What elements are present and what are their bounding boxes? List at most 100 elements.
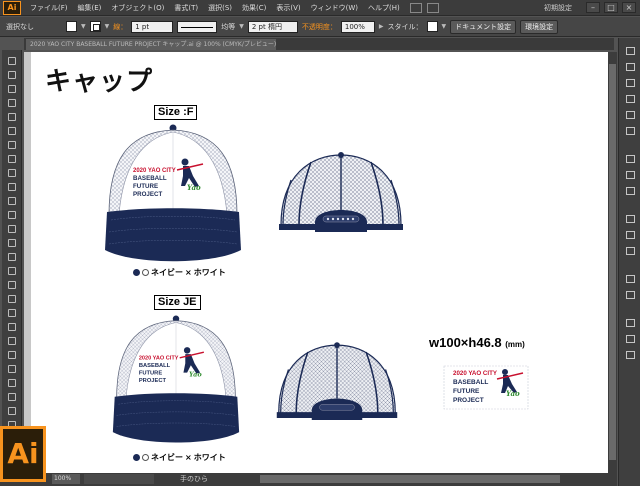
chevron-down-icon[interactable]: ▶: [379, 23, 384, 30]
artboards-panel-icon[interactable]: [624, 290, 636, 300]
logo-text-line3: FUTURE: [133, 183, 158, 190]
transparency-panel-icon[interactable]: [624, 186, 636, 196]
paragraph-panel-icon[interactable]: [624, 246, 636, 256]
type-tool-icon[interactable]: [6, 112, 18, 122]
shape-builder-tool-icon[interactable]: [6, 266, 18, 276]
pencil-tool-icon[interactable]: [6, 168, 18, 178]
color-white-label: ホワイト: [193, 453, 226, 462]
app-logo: Ai: [3, 0, 21, 15]
close-icon[interactable]: ×: [622, 2, 636, 13]
chevron-down-icon[interactable]: ▼: [81, 23, 86, 30]
vertical-scroll-thumb[interactable]: [609, 64, 616, 460]
graph-tool-icon[interactable]: [6, 364, 18, 374]
menu-view[interactable]: 表示(V): [271, 3, 305, 13]
toolbox: [2, 50, 22, 470]
vertical-scrollbar[interactable]: [608, 52, 617, 473]
mesh-tool-icon[interactable]: [6, 294, 18, 304]
symbols-panel-icon[interactable]: [624, 110, 636, 120]
zoom-field[interactable]: 100%: [52, 474, 80, 484]
align-panel-icon[interactable]: [624, 318, 636, 328]
appearance-panel-icon[interactable]: [624, 214, 636, 224]
color-option-size-je: ネイビー × ホワイト: [133, 452, 226, 463]
maximize-icon[interactable]: □: [604, 2, 618, 13]
logo-script-text: Yao: [187, 183, 201, 192]
rotate-tool-icon[interactable]: [6, 210, 18, 220]
gradient-panel-icon[interactable]: [624, 170, 636, 180]
swatches-panel-icon[interactable]: [624, 78, 636, 88]
pathfinder-panel-icon[interactable]: [624, 334, 636, 344]
perspective-grid-tool-icon[interactable]: [6, 280, 18, 290]
menu-file[interactable]: ファイル(F): [25, 3, 73, 13]
navy-color-dot: [133, 454, 140, 461]
pen-tool-icon[interactable]: [6, 98, 18, 108]
gradient-tool-icon[interactable]: [6, 308, 18, 318]
status-bar: 100% 手のひら: [0, 473, 617, 486]
menu-select[interactable]: 選択(S): [203, 3, 237, 13]
width-tool-icon[interactable]: [6, 238, 18, 248]
workspace-switcher[interactable]: 初期設定: [544, 3, 572, 13]
document-settings-button[interactable]: ドキュメント設定: [450, 19, 517, 34]
document-tab[interactable]: 2020 YAO CITY BASEBALL FUTURE PROJECT キャ…: [26, 39, 276, 50]
logo-text-line4: PROJECT: [453, 397, 484, 404]
style-label: スタイル：: [387, 22, 423, 31]
artboard-tool-icon[interactable]: [6, 378, 18, 388]
menu-effect[interactable]: 効果(C): [237, 3, 271, 13]
chevron-down-icon[interactable]: ▼: [239, 23, 244, 30]
artboard-navigation[interactable]: [84, 474, 154, 484]
white-color-dot: [142, 269, 149, 276]
menu-object[interactable]: オブジェクト(O): [106, 3, 169, 13]
slice-tool-icon[interactable]: [6, 392, 18, 402]
blend-tool-icon[interactable]: [6, 336, 18, 346]
direct-selection-tool-icon[interactable]: [6, 70, 18, 80]
scale-tool-icon[interactable]: [6, 224, 18, 234]
bridge-icon[interactable]: [409, 2, 422, 13]
menu-type[interactable]: 書式(T): [169, 3, 203, 13]
menu-bar: Ai ファイル(F) 編集(E) オブジェクト(O) 書式(T) 選択(S) 効…: [0, 0, 640, 16]
rectangle-tool-icon[interactable]: [6, 140, 18, 150]
paintbrush-tool-icon[interactable]: [6, 154, 18, 164]
chevron-down-icon[interactable]: ▼: [105, 23, 110, 30]
stroke-profile-label[interactable]: 均等: [221, 22, 235, 32]
fill-swatch[interactable]: [66, 21, 77, 32]
symbol-sprayer-tool-icon[interactable]: [6, 350, 18, 360]
layers-panel-icon[interactable]: [624, 274, 636, 284]
size-label-je: Size JE: [154, 295, 201, 310]
stroke-panel-icon[interactable]: [624, 154, 636, 164]
graphic-styles-panel-icon[interactable]: [624, 126, 636, 136]
line-tool-icon[interactable]: [6, 126, 18, 136]
canvas[interactable]: キャップ Size :F 2020 YAO CITY BASEBALL FUTU…: [24, 52, 608, 473]
menu-window[interactable]: ウィンドウ(W): [306, 3, 363, 13]
opacity-label[interactable]: 不透明度：: [302, 22, 337, 32]
page-title: キャップ: [45, 67, 154, 97]
transform-panel-icon[interactable]: [624, 350, 636, 360]
stroke-profile-preview[interactable]: [177, 20, 218, 33]
menu-edit[interactable]: 編集(E): [73, 3, 107, 13]
free-transform-tool-icon[interactable]: [6, 252, 18, 262]
character-panel-icon[interactable]: [624, 230, 636, 240]
arrange-documents-icon[interactable]: [426, 2, 439, 13]
brush-field[interactable]: 2 pt 楕円: [247, 20, 298, 33]
status-tool-label[interactable]: 手のひら: [180, 474, 208, 484]
artboard[interactable]: キャップ Size :F 2020 YAO CITY BASEBALL FUTU…: [31, 52, 608, 473]
eraser-tool-icon[interactable]: [6, 196, 18, 206]
stroke-label[interactable]: 線：: [113, 22, 127, 32]
minimize-icon[interactable]: –: [586, 2, 600, 13]
panel-dock: [618, 38, 640, 486]
menu-help[interactable]: ヘルプ(H): [363, 3, 405, 13]
color-guide-panel-icon[interactable]: [624, 62, 636, 72]
stroke-swatch[interactable]: [89, 21, 101, 32]
preferences-button[interactable]: 環境設定: [520, 19, 559, 34]
style-swatch[interactable]: [426, 21, 438, 32]
stroke-weight-field[interactable]: 1 pt: [131, 20, 174, 33]
brushes-panel-icon[interactable]: [624, 94, 636, 104]
horizontal-scroll-thumb[interactable]: [260, 475, 560, 483]
hand-tool-icon[interactable]: [6, 406, 18, 416]
blob-brush-tool-icon[interactable]: [6, 182, 18, 192]
dimensions-unit: (mm): [505, 340, 525, 349]
eyedropper-tool-icon[interactable]: [6, 322, 18, 332]
color-panel-icon[interactable]: [624, 46, 636, 56]
selection-tool-icon[interactable]: [6, 56, 18, 66]
opacity-field[interactable]: 100%: [340, 20, 375, 33]
magic-wand-tool-icon[interactable]: [6, 84, 18, 94]
chevron-down-icon[interactable]: ▼: [442, 23, 447, 30]
